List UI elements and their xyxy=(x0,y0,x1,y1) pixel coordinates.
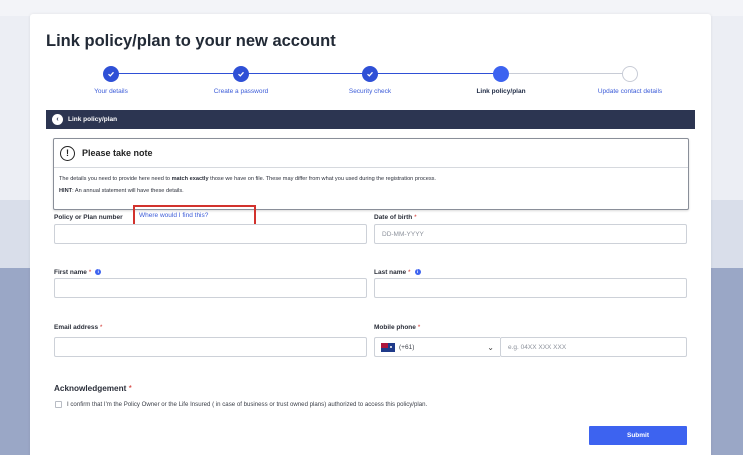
submit-button[interactable]: Submit xyxy=(589,426,687,445)
check-icon xyxy=(233,66,249,82)
note-box: ! Please take note The details you need … xyxy=(53,138,689,210)
mobile-label: Mobile phone * xyxy=(374,324,420,331)
label-text: Date of birth xyxy=(374,214,413,221)
section-header: ‹ Link policy/plan xyxy=(46,110,695,129)
email-label: Email address * xyxy=(54,324,102,331)
check-icon xyxy=(362,66,378,82)
country-code-value: (+61) xyxy=(399,343,415,351)
country-code-select[interactable]: (+61) ⌄ xyxy=(374,337,500,357)
exclamation-icon: ! xyxy=(60,145,75,161)
first-name-label: First name * i xyxy=(54,269,102,276)
note-emphasis: match exactly xyxy=(171,176,209,182)
label-text: First name xyxy=(54,269,87,276)
email-input[interactable] xyxy=(54,337,367,357)
back-arrow-icon[interactable]: ‹ xyxy=(52,114,63,125)
where-find-link[interactable]: Where would I find this? xyxy=(133,205,256,226)
note-body: The details you need to provide here nee… xyxy=(54,168,688,197)
note-header: ! Please take note xyxy=(54,139,688,168)
step-link-policy: Link policy/plan xyxy=(446,66,556,95)
hint-text: : An annual statement will have these de… xyxy=(72,188,184,194)
check-icon xyxy=(103,66,119,82)
info-icon[interactable]: i xyxy=(95,269,102,276)
policy-number-label: Policy or Plan number xyxy=(54,214,123,221)
australia-flag-icon xyxy=(381,342,395,352)
last-name-label: Last name * i xyxy=(374,269,421,276)
first-name-input[interactable] xyxy=(54,278,367,298)
required-marker: * xyxy=(128,384,132,393)
dob-input[interactable]: DD-MM-YYYY xyxy=(374,224,687,244)
dob-label: Date of birth * xyxy=(374,214,417,221)
chevron-down-icon: ⌄ xyxy=(487,343,494,352)
step-label: Link policy/plan xyxy=(476,88,526,95)
step-label: Your details xyxy=(94,88,128,95)
step-active-dot xyxy=(493,66,509,82)
mobile-input[interactable]: e.g. 04XX XXX XXX xyxy=(500,337,687,357)
required-marker: * xyxy=(407,269,411,276)
acknowledgement-text: I confirm that I'm the Policy Owner or t… xyxy=(67,401,428,408)
required-marker: * xyxy=(414,214,417,221)
info-icon[interactable]: i xyxy=(414,269,421,276)
hint-label: HINT xyxy=(59,188,73,194)
section-title: Link policy/plan xyxy=(68,116,118,123)
required-marker: * xyxy=(88,269,92,276)
required-marker: * xyxy=(99,324,103,331)
note-title: Please take note xyxy=(82,148,153,158)
last-name-input[interactable] xyxy=(374,278,687,298)
required-marker: * xyxy=(417,324,421,331)
step-pending-dot xyxy=(622,66,638,82)
label-text: Policy or Plan number xyxy=(54,214,123,221)
note-line-1: The details you need to provide here nee… xyxy=(59,173,688,185)
step-label: Update contact details xyxy=(597,88,663,95)
stepper-line-complete xyxy=(111,73,501,74)
note-text: those we have on file. These may differ … xyxy=(208,176,436,182)
acknowledgement-checkbox[interactable] xyxy=(55,401,62,408)
dob-placeholder: DD-MM-YYYY xyxy=(382,230,424,238)
label-text: Acknowledgement xyxy=(54,384,127,393)
note-text: The details you need to provide here nee… xyxy=(59,176,172,182)
label-text: Mobile phone xyxy=(374,324,416,331)
label-text: Last name xyxy=(374,269,407,276)
link-text[interactable]: Where would I find this? xyxy=(139,212,208,219)
step-label: Security check xyxy=(348,88,392,95)
mobile-placeholder: e.g. 04XX XXX XXX xyxy=(508,343,567,351)
form-card: Link policy/plan to your new account You… xyxy=(30,14,711,455)
step-label: Create a password xyxy=(213,88,269,95)
step-security-check: Security check xyxy=(315,66,425,95)
step-update-contact: Update contact details xyxy=(575,66,685,95)
page-title: Link policy/plan to your new account xyxy=(46,32,336,50)
policy-number-input[interactable] xyxy=(54,224,367,244)
step-your-details: Your details xyxy=(56,66,166,95)
note-line-2: HINT: An annual statement will have thes… xyxy=(59,185,688,197)
step-create-password: Create a password xyxy=(186,66,296,95)
acknowledgement-title: Acknowledgement * xyxy=(54,384,132,393)
progress-stepper: Your details Create a password Security … xyxy=(45,66,695,106)
label-text: Email address xyxy=(54,324,99,331)
